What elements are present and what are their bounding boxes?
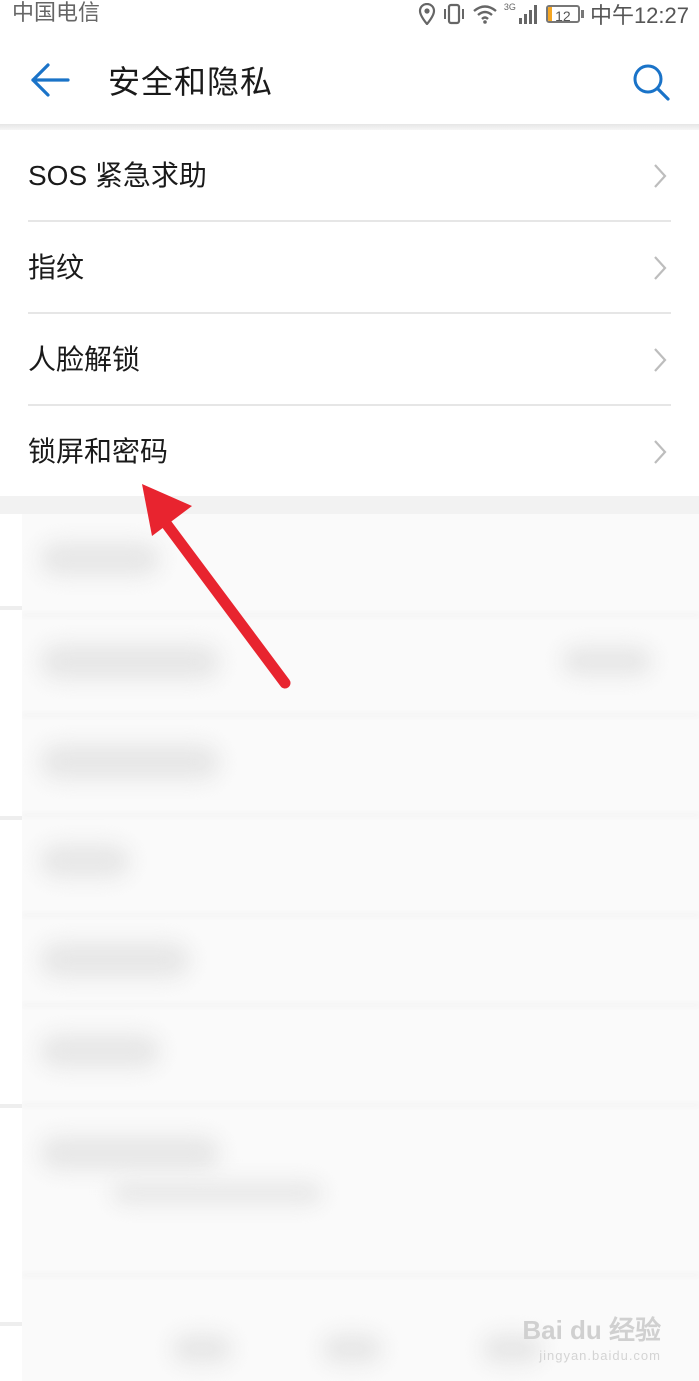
settings-list: SOS 紧急求助 指纹 人脸解锁 锁屏和密码	[0, 130, 699, 498]
status-bar: 中国电信 3G 12 中午12:27	[0, 0, 699, 28]
menu-item-face-unlock[interactable]: 人脸解锁	[0, 314, 699, 406]
chevron-right-icon	[654, 348, 667, 372]
menu-item-lock-screen-password[interactable]: 锁屏和密码	[0, 406, 699, 498]
status-icons: 3G 12 中午12:27	[418, 0, 689, 28]
menu-item-label: 指纹	[28, 252, 85, 283]
annotation-arrow	[142, 484, 291, 689]
battery-level-label: 12	[555, 8, 571, 23]
chevron-right-icon	[654, 164, 667, 188]
back-button[interactable]	[28, 60, 74, 100]
signal-icon	[518, 5, 537, 24]
app-bar: 安全和隐私	[0, 28, 699, 126]
search-icon	[633, 64, 670, 101]
page-title: 安全和隐私	[108, 64, 274, 100]
wifi-icon	[473, 5, 497, 24]
location-icon	[418, 3, 436, 25]
menu-item-sos[interactable]: SOS 紧急求助	[0, 130, 699, 222]
chevron-right-icon	[654, 256, 667, 280]
search-button[interactable]	[631, 62, 671, 102]
battery-fill	[547, 7, 552, 21]
arrow-left-icon	[31, 63, 70, 97]
carrier-label: 中国电信	[12, 0, 101, 25]
blurred-settings-area	[22, 514, 699, 1381]
menu-item-label: SOS 紧急求助	[28, 160, 207, 191]
watermark-logo: Bai du 经验	[522, 1315, 661, 1345]
menu-item-fingerprint[interactable]: 指纹	[0, 222, 699, 314]
left-edge-strip	[0, 514, 22, 1381]
chevron-right-icon	[654, 440, 667, 464]
vibrate-icon	[443, 3, 464, 25]
battery-indicator: 12	[545, 5, 584, 23]
watermark-url: jingyan.baidu.com	[539, 1348, 661, 1363]
network-type-label: 3G	[503, 2, 516, 12]
menu-item-label: 人脸解锁	[28, 344, 141, 375]
clock: 中午12:27	[589, 3, 689, 28]
section-divider	[0, 496, 699, 514]
